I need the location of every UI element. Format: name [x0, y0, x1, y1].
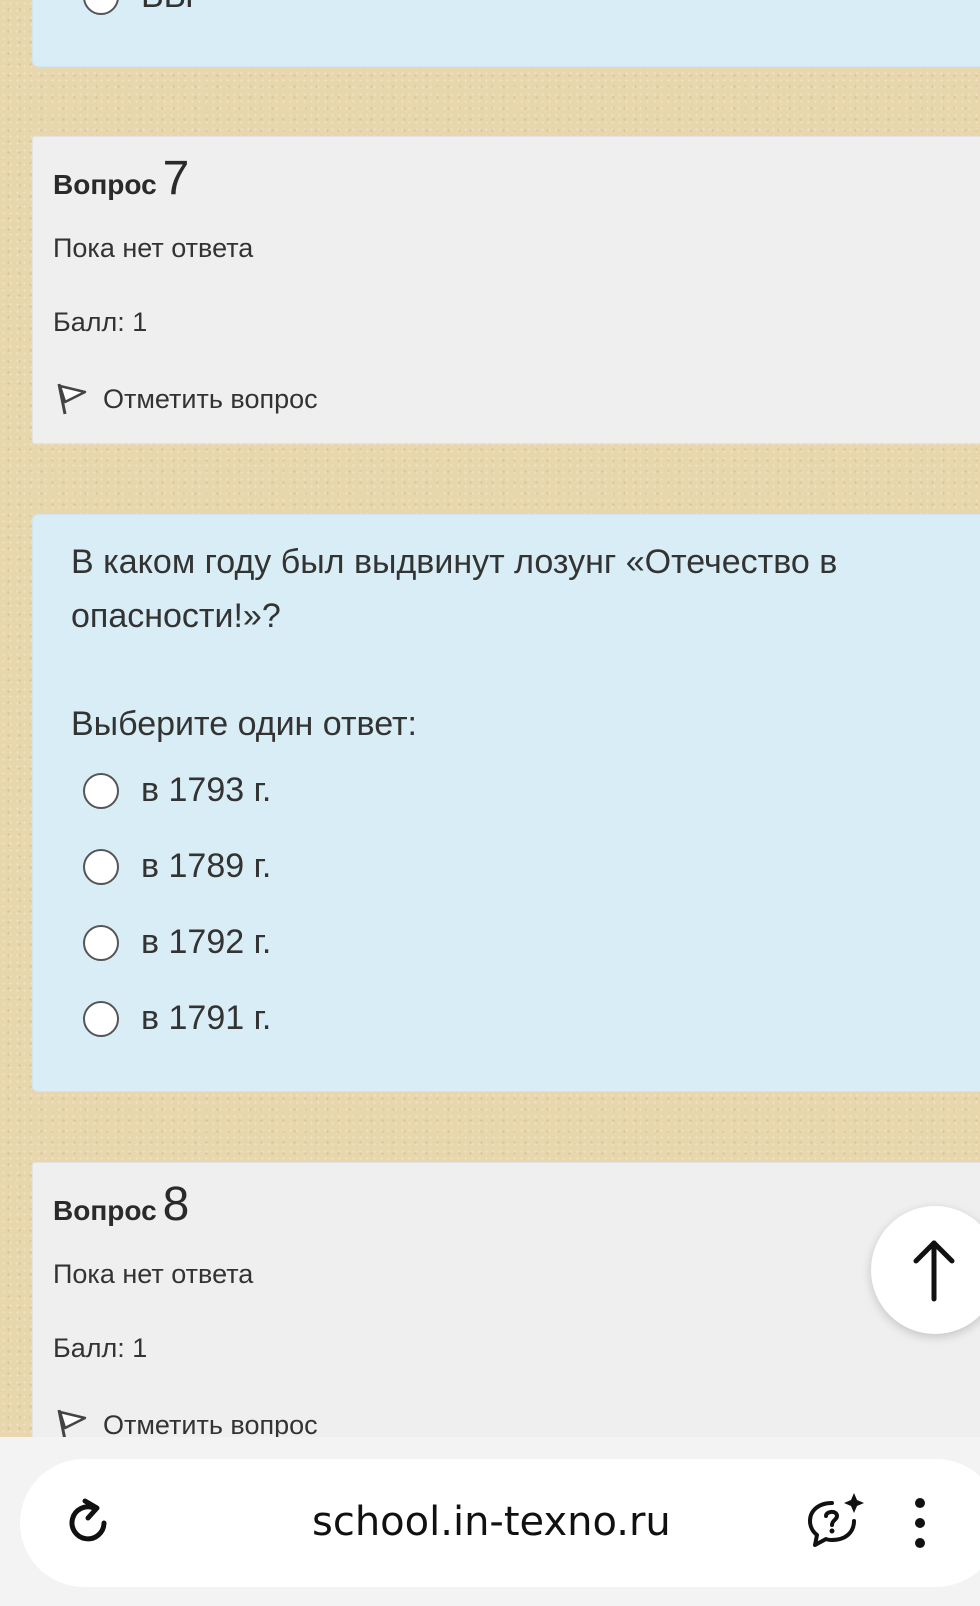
- answer-label: в 1791 г.: [141, 999, 272, 1037]
- question-text: В каком году был выдвинут лозунг «Отечес…: [71, 543, 838, 635]
- radio-icon[interactable]: [83, 772, 119, 809]
- arrow-up-icon: [913, 1240, 955, 1302]
- answer-option-2[interactable]: в 1789 г.: [83, 847, 271, 886]
- flag-icon: [57, 383, 87, 415]
- question-state: Пока нет ответа: [53, 1259, 254, 1289]
- radio-icon[interactable]: [83, 1000, 119, 1037]
- question-7-content: В каком году был выдвинут лозунг «Отечес…: [32, 514, 980, 1092]
- answer-label: в 1793 г.: [141, 771, 272, 809]
- question-7-heading: Вопрос 7: [53, 151, 189, 206]
- url-text: school.in-texno.ru: [312, 1499, 671, 1545]
- question-word: Вопрос: [53, 1195, 157, 1226]
- reload-icon[interactable]: [58, 1493, 118, 1553]
- question-number: 7: [162, 152, 190, 205]
- chat-sparkle-icon[interactable]: [802, 1489, 868, 1555]
- flag-label: Отметить вопрос: [103, 1409, 318, 1440]
- flag-label: Отметить вопрос: [103, 383, 318, 414]
- answer-label: в 1792 г.: [141, 923, 272, 961]
- flag-question-link[interactable]: Отметить вопрос: [53, 380, 318, 418]
- address-bar[interactable]: school.in-texno.ru: [20, 1459, 980, 1587]
- answer-option-4[interactable]: в 1791 г.: [83, 999, 271, 1038]
- question-grade: Балл: 1: [53, 1333, 148, 1363]
- answer-option-1[interactable]: в 1793 г.: [83, 771, 271, 810]
- prev-answer-label: ВЫ: [141, 0, 194, 16]
- question-7-info: Вопрос 7 Пока нет ответа Балл: 1 Отметить…: [32, 136, 980, 444]
- answer-label: в 1789 г.: [141, 847, 272, 885]
- prev-answer-option[interactable]: ВЫ: [83, 0, 194, 16]
- question-8-info: Вопрос 8 Пока нет ответа Балл: 1 Отметить…: [32, 1162, 980, 1482]
- question-number: 8: [162, 1178, 190, 1231]
- browser-bottom-bar: school.in-texno.ru: [0, 1437, 980, 1606]
- question-8-heading: Вопрос 8: [53, 1177, 189, 1232]
- question-state: Пока нет ответа: [53, 233, 254, 263]
- question-word: Вопрос: [53, 169, 157, 200]
- answer-prompt: Выберите один ответ:: [71, 705, 417, 743]
- radio-icon[interactable]: [83, 848, 119, 885]
- prev-question-content: ВЫ: [32, 0, 980, 67]
- more-vertical-icon[interactable]: [905, 1493, 935, 1553]
- answer-option-3[interactable]: в 1792 г.: [83, 923, 271, 962]
- radio-icon[interactable]: [83, 0, 119, 15]
- radio-icon[interactable]: [83, 924, 119, 961]
- question-grade: Балл: 1: [53, 307, 148, 337]
